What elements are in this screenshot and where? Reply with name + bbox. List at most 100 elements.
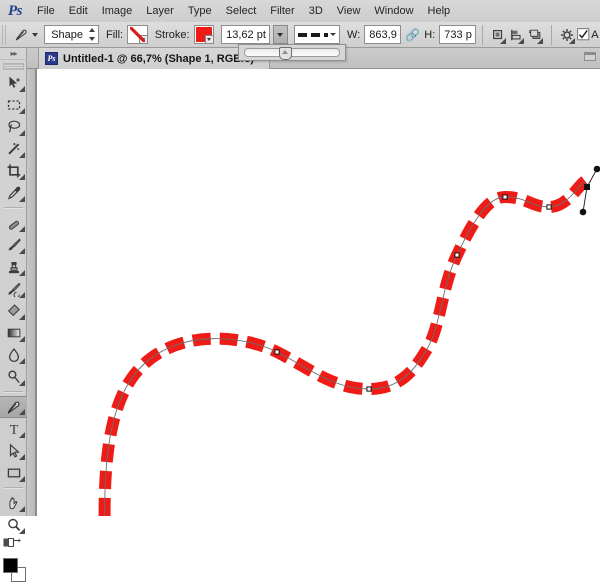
anchor-point[interactable] (584, 184, 590, 190)
svg-text:T: T (9, 423, 18, 437)
tool-eraser[interactable] (0, 300, 27, 322)
menu-view[interactable]: View (330, 0, 368, 22)
swap-colors-arrow-icon[interactable] (12, 537, 23, 551)
tool-flyout-triangle-icon (19, 152, 25, 158)
tool-zoom[interactable] (0, 514, 27, 536)
tool-flyout-triangle-icon (19, 409, 25, 415)
menu-layer[interactable]: Layer (139, 0, 181, 22)
menu-image[interactable]: Image (95, 0, 140, 22)
left-scroll-rail[interactable] (27, 69, 36, 516)
menu-help[interactable]: Help (421, 0, 458, 22)
path-arrangement-icon[interactable] (526, 25, 545, 45)
width-label: W: (347, 28, 361, 41)
tool-crop[interactable] (0, 160, 27, 182)
stroke-width-slider-track[interactable] (244, 47, 340, 60)
foreground-color-swatch[interactable] (3, 558, 18, 573)
shape-mode-select[interactable]: Shape (44, 25, 99, 44)
tool-rectangle-shape[interactable] (0, 462, 27, 484)
tool-gradient[interactable] (0, 322, 27, 344)
restore-window-icon[interactable] (584, 52, 596, 61)
chain-link-icon[interactable]: 🔗 (405, 28, 420, 42)
tool-pen[interactable] (0, 396, 27, 418)
tools-divider-3 (3, 487, 23, 489)
shape-mode-value: Shape (51, 28, 83, 41)
tool-flyout-triangle-icon (19, 528, 25, 534)
tool-flyout-triangle-icon (19, 336, 25, 342)
document-tab[interactable]: Ps Untitled-1 @ 66,7% (Shape 1, RGB/8) * (38, 48, 271, 69)
tools-divider-2 (3, 391, 23, 393)
anchor-point[interactable] (366, 386, 372, 392)
stroke-dash-style-select[interactable] (293, 25, 341, 44)
tool-blur[interactable] (0, 344, 27, 366)
tool-lasso[interactable] (0, 116, 27, 138)
options-divider-2 (550, 24, 552, 45)
tool-history-brush[interactable] (0, 278, 27, 300)
tool-flyout-triangle-icon (19, 506, 25, 512)
path-alignment-icon[interactable] (508, 25, 527, 45)
tool-flyout-triangle-icon (19, 196, 25, 202)
stroke-width-slider-thumb[interactable] (278, 47, 292, 60)
tools-panel-drag-handle[interactable] (2, 63, 24, 70)
tool-spot-healing-brush[interactable] (0, 212, 27, 234)
tool-rectangular-marquee[interactable] (0, 94, 27, 116)
tool-flyout-triangle-icon (19, 226, 25, 232)
fill-label: Fill: (106, 28, 124, 41)
tool-type[interactable]: T (0, 418, 27, 440)
tool-quick-selection[interactable] (0, 138, 27, 160)
tool-preset-chevron-down-icon[interactable] (32, 32, 39, 37)
direction-handle-dot[interactable] (579, 208, 587, 216)
tool-brush[interactable] (0, 234, 27, 256)
tool-flyout-triangle-icon (19, 454, 25, 460)
menu-3d[interactable]: 3D (302, 0, 330, 22)
menu-type[interactable]: Type (181, 0, 219, 22)
menu-window[interactable]: Window (367, 0, 420, 22)
gear-settings-icon[interactable] (558, 25, 577, 45)
dashed-red-path (98, 176, 590, 516)
anchor-point[interactable] (502, 194, 508, 200)
shape-height-input[interactable]: 733 p (439, 25, 477, 44)
options-divider-1 (482, 24, 484, 45)
fill-swatch-button[interactable] (127, 25, 148, 44)
tool-eyedropper[interactable] (0, 182, 27, 204)
menu-file[interactable]: File (30, 0, 62, 22)
anchor-point[interactable] (546, 204, 552, 210)
align-edges-checkbox[interactable] (576, 25, 590, 45)
tool-flyout-triangle-icon (19, 130, 25, 136)
tool-clone-stamp[interactable] (0, 256, 27, 278)
tool-flyout-triangle-icon (19, 86, 25, 92)
shape-width-input[interactable]: 863,9 (364, 25, 402, 44)
options-bar-grip[interactable] (2, 24, 8, 45)
tools-panel-collapse-button[interactable]: ▸▸ (0, 48, 27, 60)
anchor-point[interactable] (454, 252, 460, 258)
tool-flyout-triangle-icon (19, 380, 25, 386)
menu-filter[interactable]: Filter (263, 0, 301, 22)
stroke-swatch-button[interactable] (193, 25, 215, 44)
stroke-width-dropdown-button[interactable] (272, 25, 288, 44)
tool-flyout-triangle-icon (19, 174, 25, 180)
document-canvas[interactable] (37, 69, 600, 516)
direction-handle-lines (582, 168, 598, 213)
tool-move[interactable] (0, 72, 27, 94)
pen-tool-icon[interactable] (11, 25, 31, 45)
direction-handle-dot[interactable] (593, 165, 600, 173)
color-swatches (0, 555, 27, 585)
quickmask-and-swap-row (0, 536, 26, 552)
tools-panel: ▸▸ T (0, 48, 27, 582)
menu-select[interactable]: Select (219, 0, 264, 22)
photoshop-logo-icon: Ps (8, 2, 23, 19)
tool-dodge[interactable] (0, 366, 27, 388)
tool-hand[interactable] (0, 492, 27, 514)
menu-edit[interactable]: Edit (62, 0, 95, 22)
stroke-width-slider-popup[interactable] (238, 44, 346, 61)
double-chevron-collapse-icon: ▸▸ (10, 48, 17, 58)
canvas-frame (27, 69, 600, 516)
stroke-width-input[interactable]: 13,62 pt (221, 25, 270, 44)
dash-preview-icon (297, 32, 329, 37)
anchor-point[interactable] (274, 349, 280, 355)
tools-divider-1 (3, 207, 23, 209)
tool-flyout-triangle-icon (19, 270, 25, 276)
tool-path-selection[interactable] (0, 440, 27, 462)
shape-mode-stepper-icon (88, 28, 95, 41)
tool-flyout-triangle-icon (19, 292, 25, 298)
path-operations-icon[interactable] (489, 25, 508, 45)
